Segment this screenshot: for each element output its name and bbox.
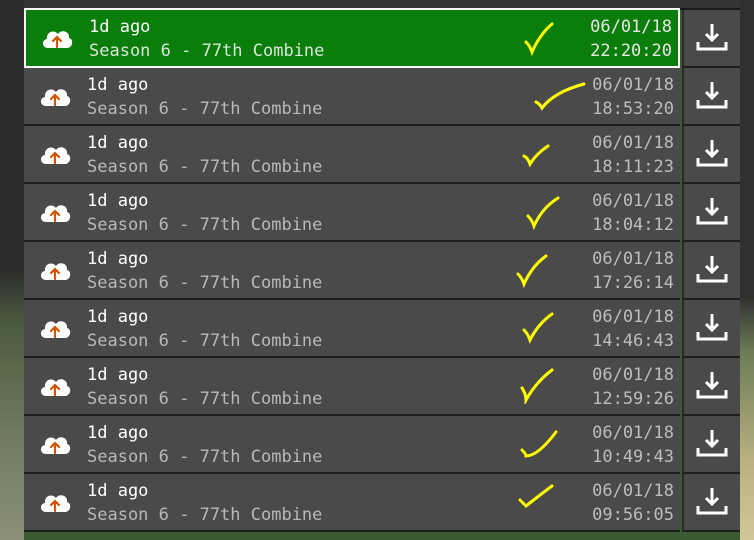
cloud-upload-icon xyxy=(40,495,71,513)
list-item[interactable]: 1d ago Season 6 - 77th Combine 06/01/18 … xyxy=(24,474,740,532)
entry-subtitle: Season 6 - 77th Combine xyxy=(87,505,323,525)
download-button[interactable] xyxy=(682,416,740,474)
download-icon xyxy=(696,256,728,283)
save-entry[interactable]: 1d ago Season 6 - 77th Combine 06/01/18 … xyxy=(24,68,680,126)
cloud-upload-icon xyxy=(42,31,73,49)
handwritten-checkmark-icon xyxy=(522,144,550,168)
entry-time: 14:46:43 xyxy=(592,331,674,351)
download-icon xyxy=(696,314,728,341)
entry-title: 1d ago xyxy=(87,365,149,385)
cloud-upload-icon xyxy=(40,263,71,281)
entry-date: 06/01/18 xyxy=(592,133,674,153)
cloud-upload-icon xyxy=(40,205,71,223)
entry-date: 06/01/18 xyxy=(592,75,674,95)
handwritten-checkmark-icon xyxy=(534,82,586,111)
list-item[interactable]: 1d ago Season 6 - 77th Combine 06/01/18 … xyxy=(24,68,740,126)
entry-subtitle: Season 6 - 77th Combine xyxy=(87,215,323,235)
download-button[interactable] xyxy=(682,68,740,126)
save-entry[interactable]: 1d ago Season 6 - 77th Combine 06/01/18 … xyxy=(24,358,680,416)
handwritten-checkmark-icon xyxy=(524,22,554,56)
entry-subtitle: Season 6 - 77th Combine xyxy=(87,99,323,119)
entry-date: 06/01/18 xyxy=(592,307,674,327)
entry-title: 1d ago xyxy=(87,75,149,95)
entry-time: 18:04:12 xyxy=(592,215,674,235)
entry-subtitle: Season 6 - 77th Combine xyxy=(87,331,323,351)
entry-title: 1d ago xyxy=(87,423,149,443)
list-item[interactable]: 1d ago Season 6 - 77th Combine 06/01/18 … xyxy=(24,300,740,358)
entry-date: 06/01/18 xyxy=(592,191,674,211)
download-icon xyxy=(696,24,728,51)
download-icon xyxy=(696,82,728,109)
save-entry[interactable]: 1d ago Season 6 - 77th Combine 06/01/18 … xyxy=(24,242,680,300)
cloud-upload-icon xyxy=(40,89,71,107)
entry-subtitle: Season 6 - 77th Combine xyxy=(89,41,325,61)
entry-time: 09:56:05 xyxy=(592,505,674,525)
handwritten-checkmark-icon xyxy=(518,484,554,509)
entry-subtitle: Season 6 - 77th Combine xyxy=(87,273,323,293)
list-item[interactable]: 1d ago Season 6 - 77th Combine 06/01/18 … xyxy=(24,416,740,474)
entry-subtitle: Season 6 - 77th Combine xyxy=(87,447,323,467)
download-icon xyxy=(696,430,728,457)
entry-date: 06/01/18 xyxy=(592,249,674,269)
entry-time: 22:20:20 xyxy=(590,41,672,61)
entry-title: 1d ago xyxy=(87,481,149,501)
handwritten-checkmark-icon xyxy=(526,196,560,230)
cloud-upload-icon xyxy=(40,321,71,339)
download-icon xyxy=(696,372,728,399)
handwritten-checkmark-icon xyxy=(516,254,548,288)
download-button[interactable] xyxy=(682,474,740,532)
entry-time: 18:11:23 xyxy=(592,157,674,177)
list-item[interactable]: 1d ago Season 6 - 77th Combine 06/01/18 … xyxy=(24,358,740,416)
handwritten-checkmark-icon xyxy=(522,312,554,344)
list-item[interactable]: 1d ago Season 6 - 77th Combine 06/01/18 … xyxy=(24,126,740,184)
entry-title: 1d ago xyxy=(89,17,151,37)
background-right xyxy=(740,0,754,540)
download-button[interactable] xyxy=(682,10,740,68)
download-button[interactable] xyxy=(682,242,740,300)
list-item[interactable]: 1d ago Season 6 - 77th Combine 06/01/18 … xyxy=(24,242,740,300)
entry-time: 10:49:43 xyxy=(592,447,674,467)
entry-subtitle: Season 6 - 77th Combine xyxy=(87,157,323,177)
download-button[interactable] xyxy=(682,300,740,358)
download-icon xyxy=(696,488,728,515)
handwritten-checkmark-icon xyxy=(520,430,558,458)
background-left xyxy=(0,0,24,540)
entry-time: 17:26:14 xyxy=(592,273,674,293)
entry-time: 12:59:26 xyxy=(592,389,674,409)
entry-title: 1d ago xyxy=(87,307,149,327)
handwritten-checkmark-icon xyxy=(520,368,554,404)
save-entry[interactable]: 1d ago Season 6 - 77th Combine 06/01/18 … xyxy=(24,184,680,242)
download-icon xyxy=(696,140,728,167)
save-entry[interactable]: 1d ago Season 6 - 77th Combine 06/01/18 … xyxy=(24,126,680,184)
entry-subtitle: Season 6 - 77th Combine xyxy=(87,389,323,409)
download-icon xyxy=(696,198,728,225)
download-button[interactable] xyxy=(682,126,740,184)
save-entry[interactable]: 1d ago Season 6 - 77th Combine 06/01/18 … xyxy=(24,300,680,358)
entry-date: 06/01/18 xyxy=(592,423,674,443)
entry-date: 06/01/18 xyxy=(592,365,674,385)
save-entry[interactable]: 1d ago Season 6 - 77th Combine 06/01/18 … xyxy=(24,474,680,532)
save-entry[interactable]: 1d ago Season 6 - 77th Combine 06/01/18 … xyxy=(24,416,680,474)
download-button[interactable] xyxy=(682,184,740,242)
save-list: 1d ago Season 6 - 77th Combine 06/01/18 … xyxy=(24,8,740,532)
list-item[interactable]: 1d ago Season 6 - 77th Combine 06/01/18 … xyxy=(24,8,740,68)
entry-title: 1d ago xyxy=(87,191,149,211)
entry-date: 06/01/18 xyxy=(592,481,674,501)
entry-time: 18:53:20 xyxy=(592,99,674,119)
entry-title: 1d ago xyxy=(87,249,149,269)
entry-title: 1d ago xyxy=(87,133,149,153)
cloud-upload-icon xyxy=(40,379,71,397)
cloud-upload-icon xyxy=(40,437,71,455)
cloud-upload-icon xyxy=(40,147,71,165)
download-button[interactable] xyxy=(682,358,740,416)
list-item[interactable]: 1d ago Season 6 - 77th Combine 06/01/18 … xyxy=(24,184,740,242)
save-entry[interactable]: 1d ago Season 6 - 77th Combine 06/01/18 … xyxy=(24,8,680,68)
entry-date: 06/01/18 xyxy=(590,17,672,37)
